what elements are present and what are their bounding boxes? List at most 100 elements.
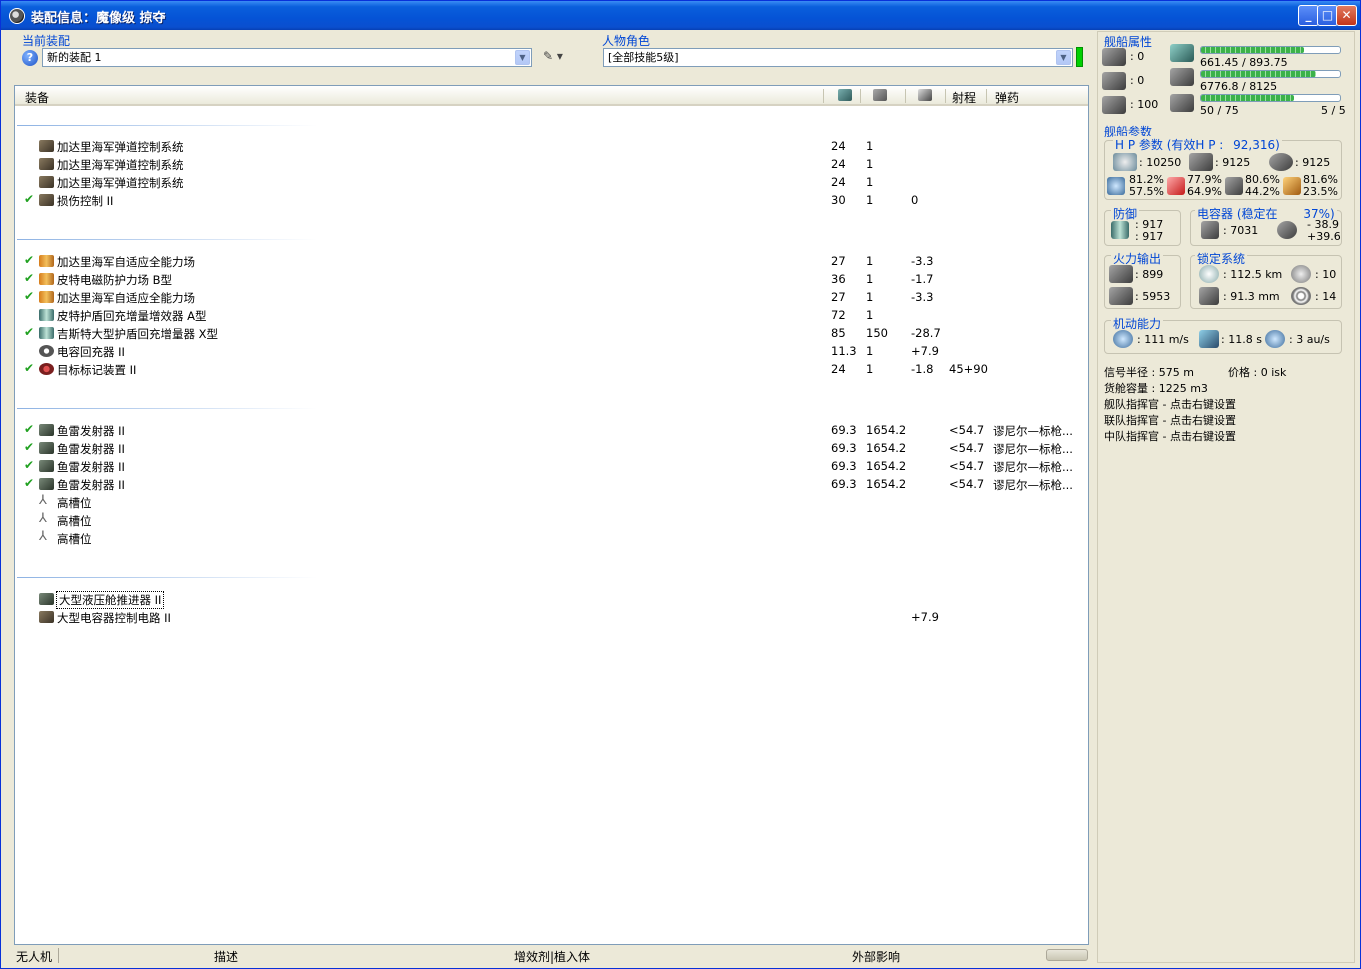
- wing-commander[interactable]: 联队指挥官 - 点击右键设置: [1104, 412, 1236, 428]
- enabled-checkmark-icon[interactable]: ✔: [24, 192, 34, 206]
- header-divider: [905, 89, 906, 103]
- module-row[interactable]: ⅄ 高槽位: [15, 493, 1088, 511]
- module-name: 高槽位: [57, 514, 92, 528]
- module-row[interactable]: 皮特护盾回充增量增效器 A型 72 1: [15, 306, 1088, 324]
- module-row[interactable]: 电容回充器 II 11.3 1 +7.9: [15, 342, 1088, 360]
- max-speed: : 111 m/s: [1137, 333, 1189, 346]
- module-icon: [39, 158, 54, 170]
- cpu-value: 85: [831, 326, 846, 340]
- fleet-commander[interactable]: 舰队指挥官 - 点击右键设置: [1104, 396, 1236, 412]
- chevron-down-icon[interactable]: ▼: [515, 50, 530, 65]
- scan-resolution-icon: [1199, 287, 1219, 305]
- capacitor-delta-2: +39.6: [1307, 230, 1341, 243]
- module-name: 加达里海军自适应全能力场: [57, 291, 195, 305]
- fitting-select[interactable]: 新的装配 1 ▼: [42, 48, 532, 67]
- chevron-down-icon[interactable]: ▼: [1056, 50, 1071, 65]
- power-icon[interactable]: [873, 89, 887, 101]
- enabled-checkmark-icon[interactable]: ✔: [24, 476, 34, 490]
- module-name: 加达里海军弹道控制系统: [57, 176, 184, 190]
- module-row[interactable]: ✔ 损伤控制 II 30 1 0: [15, 191, 1088, 209]
- power-value: 1: [866, 272, 874, 286]
- help-icon[interactable]: ?: [22, 50, 38, 66]
- enabled-checkmark-icon[interactable]: ✔: [24, 422, 34, 436]
- enabled-checkmark-icon[interactable]: ✔: [24, 253, 34, 267]
- explosive-resist-armor: 23.5%: [1303, 185, 1338, 198]
- header-equipment[interactable]: 装备: [25, 89, 49, 106]
- title-bar[interactable]: 装配信息：魔像级 掠夺 _ □ ✕: [1, 1, 1360, 30]
- capacitor-box: 电容器 (稳定在 37%) : 7031 - 38.9 +39.6: [1190, 205, 1342, 246]
- module-row[interactable]: 加达里海军弹道控制系统 24 1: [15, 173, 1088, 191]
- module-row[interactable]: ✔ 鱼雷发射器 II 69.3 1654.2 <54.7 谬尼尔—标枪...: [15, 439, 1088, 457]
- enabled-checkmark-icon[interactable]: ✔: [24, 289, 34, 303]
- module-row[interactable]: ⅄ 高槽位: [15, 529, 1088, 547]
- capacitor-icon[interactable]: [918, 89, 932, 101]
- signature-radius: 信号半径 : 575 m: [1104, 366, 1194, 379]
- equipment-list[interactable]: 装备 射程 弹药 加达里海军弹道控制系统 24 1 加达里海军弹道控制系统 24 1 加达里…: [14, 85, 1089, 945]
- launcher-hardpoint-icon: [1102, 72, 1126, 90]
- module-row[interactable]: 加达里海军弹道控制系统 24 1: [15, 155, 1088, 173]
- cpu-value: 69.3: [831, 441, 857, 455]
- tab-divider: [58, 948, 59, 963]
- tab-external-effects[interactable]: 外部影响: [852, 948, 900, 965]
- shield-icon: [39, 291, 54, 303]
- list-header: 装备 射程 弹药: [15, 86, 1088, 106]
- launcher-icon: [39, 424, 54, 436]
- range-value: 45+90: [949, 362, 988, 376]
- cpu-value: 30: [831, 193, 846, 207]
- enabled-checkmark-icon[interactable]: ✔: [24, 440, 34, 454]
- squad-commander[interactable]: 中队指挥官 - 点击右键设置: [1104, 428, 1236, 444]
- turret-slots: : 0: [1130, 50, 1145, 63]
- turret-hardpoint-icon: [1102, 48, 1126, 66]
- tools-menu-button[interactable]: ✎ ▾: [543, 49, 583, 67]
- module-row[interactable]: ✔ 鱼雷发射器 II 69.3 1654.2 <54.7 谬尼尔—标枪...: [15, 457, 1088, 475]
- tab-scroll-button[interactable]: [1046, 949, 1088, 961]
- capacitor-value: -3.3: [911, 254, 934, 268]
- ammo-value: 谬尼尔—标枪...: [993, 424, 1073, 438]
- module-row[interactable]: ✔ 加达里海军自适应全能力场 27 1 -3.3: [15, 288, 1088, 306]
- module-row[interactable]: ✔ 加达里海军自适应全能力场 27 1 -3.3: [15, 252, 1088, 270]
- price: 价格 : 0 isk: [1228, 366, 1287, 379]
- power-value: 1: [866, 175, 874, 189]
- module-row[interactable]: 大型液压舱推进器 II: [15, 590, 1088, 609]
- cpu-icon[interactable]: [838, 89, 852, 101]
- module-row[interactable]: 大型电容器控制电路 II +7.9: [15, 608, 1088, 626]
- tab-drones[interactable]: 无人机: [16, 948, 52, 965]
- enabled-checkmark-icon[interactable]: ✔: [24, 325, 34, 339]
- cpu-value: 661.45 / 893.75: [1200, 56, 1288, 69]
- enabled-checkmark-icon[interactable]: ✔: [24, 361, 34, 375]
- module-name: 大型液压舱推进器 II: [56, 591, 165, 609]
- character-label: 人物角色: [602, 34, 651, 48]
- module-row[interactable]: ⅄ 高槽位: [15, 511, 1088, 529]
- character-select[interactable]: [全部技能5级] ▼: [603, 48, 1073, 67]
- calibration-icon: [1170, 94, 1194, 112]
- tab-boosters-implants[interactable]: 增效剂|植入体: [514, 948, 590, 965]
- module-row[interactable]: ✔ 鱼雷发射器 II 69.3 1654.2 <54.7 谬尼尔—标枪...: [15, 421, 1088, 439]
- maximize-button[interactable]: □: [1317, 5, 1338, 26]
- enabled-checkmark-icon[interactable]: ✔: [24, 271, 34, 285]
- capacitor-value: -1.8: [911, 362, 934, 376]
- module-row[interactable]: ✔ 目标标记装置 II 24 1 -1.8 45+90: [15, 360, 1088, 378]
- capacitor-value: 0: [911, 193, 919, 207]
- minimize-button[interactable]: _: [1298, 5, 1319, 26]
- range-value: <54.7: [949, 477, 985, 491]
- power-value: 6776.8 / 8125: [1200, 80, 1278, 93]
- header-range[interactable]: 射程: [952, 89, 976, 106]
- fitting-window: 装配信息：魔像级 掠夺 _ □ ✕ 当前装配 ? 新的装配 1 ▼ ✎ ▾ 人物…: [0, 0, 1361, 969]
- module-row[interactable]: ✔ 鱼雷发射器 II 69.3 1654.2 <54.7 谬尼尔—标枪...: [15, 475, 1088, 493]
- slot-group-divider: [17, 577, 317, 578]
- power-value: 1: [866, 290, 874, 304]
- power-value: 1: [866, 308, 874, 322]
- cpu-value: 24: [831, 362, 846, 376]
- module-row[interactable]: ✔ 吉斯特大型护盾回充增量器 X型 85 150 -28.7: [15, 324, 1088, 342]
- header-ammo[interactable]: 弹药: [995, 89, 1019, 106]
- defense-values: : 917: 917: [1135, 219, 1163, 243]
- drone-bay-icon: [1102, 96, 1126, 114]
- capacitor-icon: [1201, 221, 1219, 239]
- enabled-checkmark-icon[interactable]: ✔: [24, 458, 34, 472]
- tab-description[interactable]: 描述: [214, 948, 238, 965]
- module-name: 皮特护盾回充增量增效器 A型: [57, 309, 207, 323]
- module-row[interactable]: ✔ 皮特电磁防护力场 B型 36 1 -1.7: [15, 270, 1088, 288]
- module-row[interactable]: 加达里海军弹道控制系统 24 1: [15, 137, 1088, 155]
- close-button[interactable]: ✕: [1336, 5, 1357, 26]
- sensor-strength-icon: [1291, 287, 1311, 305]
